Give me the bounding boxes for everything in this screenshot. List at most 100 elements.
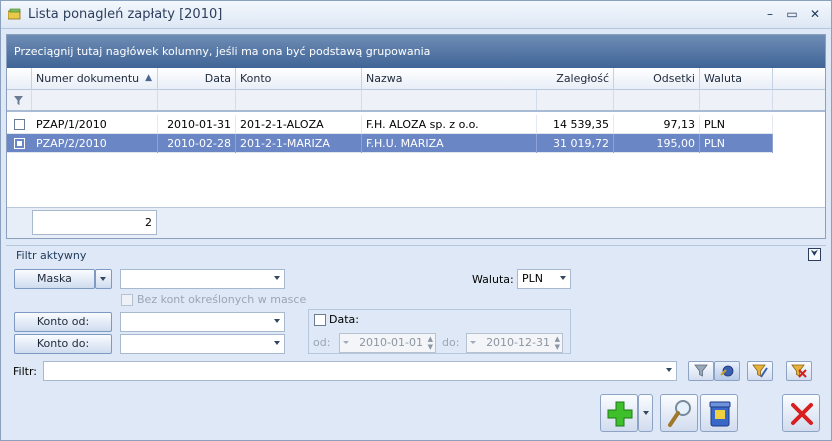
- cell-nazwa: F.H. ALOZA sp. z o.o.: [362, 115, 537, 134]
- cell-waluta: PLN: [700, 134, 773, 153]
- od-date-picker[interactable]: 2010-01-01 ▲ ▼: [339, 333, 436, 353]
- grid-summary-row: 2: [7, 207, 825, 238]
- add-button[interactable]: [600, 394, 638, 432]
- do-label: do:: [442, 336, 460, 349]
- do-date-value: 2010-12-31: [486, 336, 550, 349]
- filter-builder-button[interactable]: [714, 361, 740, 381]
- cell-data: 2010-02-28: [158, 134, 236, 153]
- filter-panel-title: Filtr aktywny: [16, 249, 87, 262]
- column-header-numer[interactable]: Numer dokumentu ▲: [32, 68, 158, 90]
- filtr-label: Filtr:: [13, 365, 37, 378]
- row-count: 2: [32, 210, 157, 235]
- collapse-icon[interactable]: ⮟: [808, 248, 821, 261]
- minimize-icon[interactable]: –: [762, 6, 778, 22]
- magnifier-icon: [668, 400, 691, 427]
- header-select-cell[interactable]: [7, 68, 32, 90]
- plus-icon: [607, 401, 633, 427]
- app-icon: [8, 8, 21, 20]
- row-checkbox[interactable]: [14, 119, 25, 130]
- funnel-icon: [14, 96, 23, 105]
- cell-nazwa: F.H.U. MARIZA: [362, 134, 537, 153]
- cell-waluta: PLN: [700, 115, 773, 134]
- cell-odsetki: 195,00: [614, 134, 700, 153]
- konto-od-button[interactable]: Konto od:: [14, 312, 112, 332]
- chevron-down-icon: [343, 341, 349, 344]
- chevron-down-icon: [274, 341, 280, 345]
- spinner-icon[interactable]: ▲ ▼: [426, 335, 433, 351]
- waluta-label: Waluta:: [472, 273, 514, 286]
- maska-combo[interactable]: [120, 269, 285, 289]
- konto-od-combo[interactable]: [120, 312, 285, 332]
- column-header-waluta[interactable]: Waluta: [700, 68, 773, 90]
- sort-asc-icon: ▲: [145, 73, 152, 83]
- column-header-zaleglosc[interactable]: Zaległość: [537, 68, 614, 90]
- filter-cell-konto[interactable]: [236, 90, 362, 110]
- date-filter-group: Data: od: 2010-01-01 ▲ ▼ do: 2010-12-31 ▲…: [308, 309, 571, 354]
- konto-do-button[interactable]: Konto do:: [14, 334, 112, 354]
- window: Lista ponagleń zapłaty [2010] – ▭ ✕ Prze…: [0, 0, 832, 441]
- filter-cell-waluta[interactable]: [700, 90, 773, 110]
- close-button[interactable]: [782, 394, 820, 432]
- maximize-icon[interactable]: ▭: [784, 6, 800, 22]
- chevron-down-icon: [666, 368, 672, 372]
- filter-cell-data[interactable]: [158, 90, 236, 110]
- bez-kont-checkbox[interactable]: [121, 294, 133, 306]
- maska-button[interactable]: Maska: [14, 269, 95, 289]
- bez-kont-label: Bez kont określonych w masce: [137, 293, 307, 306]
- spinner-icon[interactable]: ▲ ▼: [553, 335, 560, 351]
- filter-row-icon-cell: [7, 90, 32, 110]
- filter-cell-zaleglosc[interactable]: [537, 90, 614, 110]
- cell-numer: PZAP/1/2010: [32, 115, 158, 134]
- close-icon: [791, 403, 813, 425]
- maska-dropdown-button[interactable]: [95, 269, 112, 289]
- row-checkbox[interactable]: [14, 138, 25, 149]
- column-header-odsetki[interactable]: Odsetki: [614, 68, 700, 90]
- edit-filter-button[interactable]: [747, 361, 773, 381]
- chevron-down-icon: [274, 319, 280, 323]
- chevron-down-icon: [100, 277, 106, 281]
- chevron-down-icon: [560, 276, 566, 280]
- funnel-icon: [694, 364, 708, 377]
- do-date-picker[interactable]: 2010-12-31 ▲ ▼: [466, 333, 563, 353]
- column-header-numer-label: Numer dokumentu: [36, 72, 140, 85]
- preview-button[interactable]: [660, 394, 698, 432]
- group-by-panel[interactable]: Przeciągnij tutaj nagłówek kolumny, jeśl…: [7, 35, 825, 68]
- od-label: od:: [313, 336, 331, 349]
- title-bar: Lista ponagleń zapłaty [2010] – ▭ ✕: [1, 1, 831, 29]
- chevron-down-icon: [274, 276, 280, 280]
- trash-bin-icon: [709, 401, 731, 427]
- data-label: Data:: [329, 313, 359, 326]
- konto-do-combo[interactable]: [120, 334, 285, 354]
- funnel-clear-icon: [791, 364, 807, 378]
- filter-builder-icon: [720, 365, 734, 377]
- column-header-data[interactable]: Data: [158, 68, 236, 90]
- clear-filter-button[interactable]: [786, 361, 812, 381]
- funnel-edit-icon: [752, 364, 768, 378]
- cell-odsetki: 97,13: [614, 115, 700, 134]
- filter-panel-header: Filtr aktywny ⮟: [6, 245, 826, 263]
- apply-filter-button[interactable]: [688, 361, 714, 381]
- add-dropdown-button[interactable]: [638, 394, 653, 432]
- od-date-value: 2010-01-01: [359, 336, 423, 349]
- chevron-down-icon: [470, 341, 476, 344]
- waluta-combo[interactable]: PLN: [517, 269, 571, 289]
- filter-cell-numer[interactable]: [32, 90, 158, 110]
- column-filter-row: [7, 90, 825, 112]
- table-row[interactable]: PZAP/1/2010 2010-01-31 201-2-1-ALOZA F.H…: [7, 115, 773, 134]
- filter-cell-odsetki[interactable]: [614, 90, 700, 110]
- cell-konto: 201-2-1-MARIZA: [236, 134, 362, 153]
- delete-button[interactable]: [700, 394, 738, 432]
- close-window-icon[interactable]: ✕: [807, 6, 823, 22]
- data-checkbox[interactable]: [314, 314, 326, 326]
- chevron-down-icon: [643, 411, 649, 415]
- table-row[interactable]: PZAP/2/2010 2010-02-28 201-2-1-MARIZA F.…: [7, 134, 773, 153]
- window-title: Lista ponagleń zapłaty [2010]: [28, 7, 223, 22]
- cell-zaleglosc: 31 019,72: [537, 134, 614, 153]
- filter-cell-nazwa[interactable]: [362, 90, 537, 110]
- column-header-row: Numer dokumentu ▲ Data Konto Nazwa Zaleg…: [7, 68, 825, 90]
- waluta-value: PLN: [522, 272, 543, 285]
- filtr-combo[interactable]: [43, 361, 677, 381]
- column-header-konto[interactable]: Konto: [236, 68, 362, 90]
- cell-konto: 201-2-1-ALOZA: [236, 115, 362, 134]
- documents-grid: Przeciągnij tutaj nagłówek kolumny, jeśl…: [6, 34, 826, 239]
